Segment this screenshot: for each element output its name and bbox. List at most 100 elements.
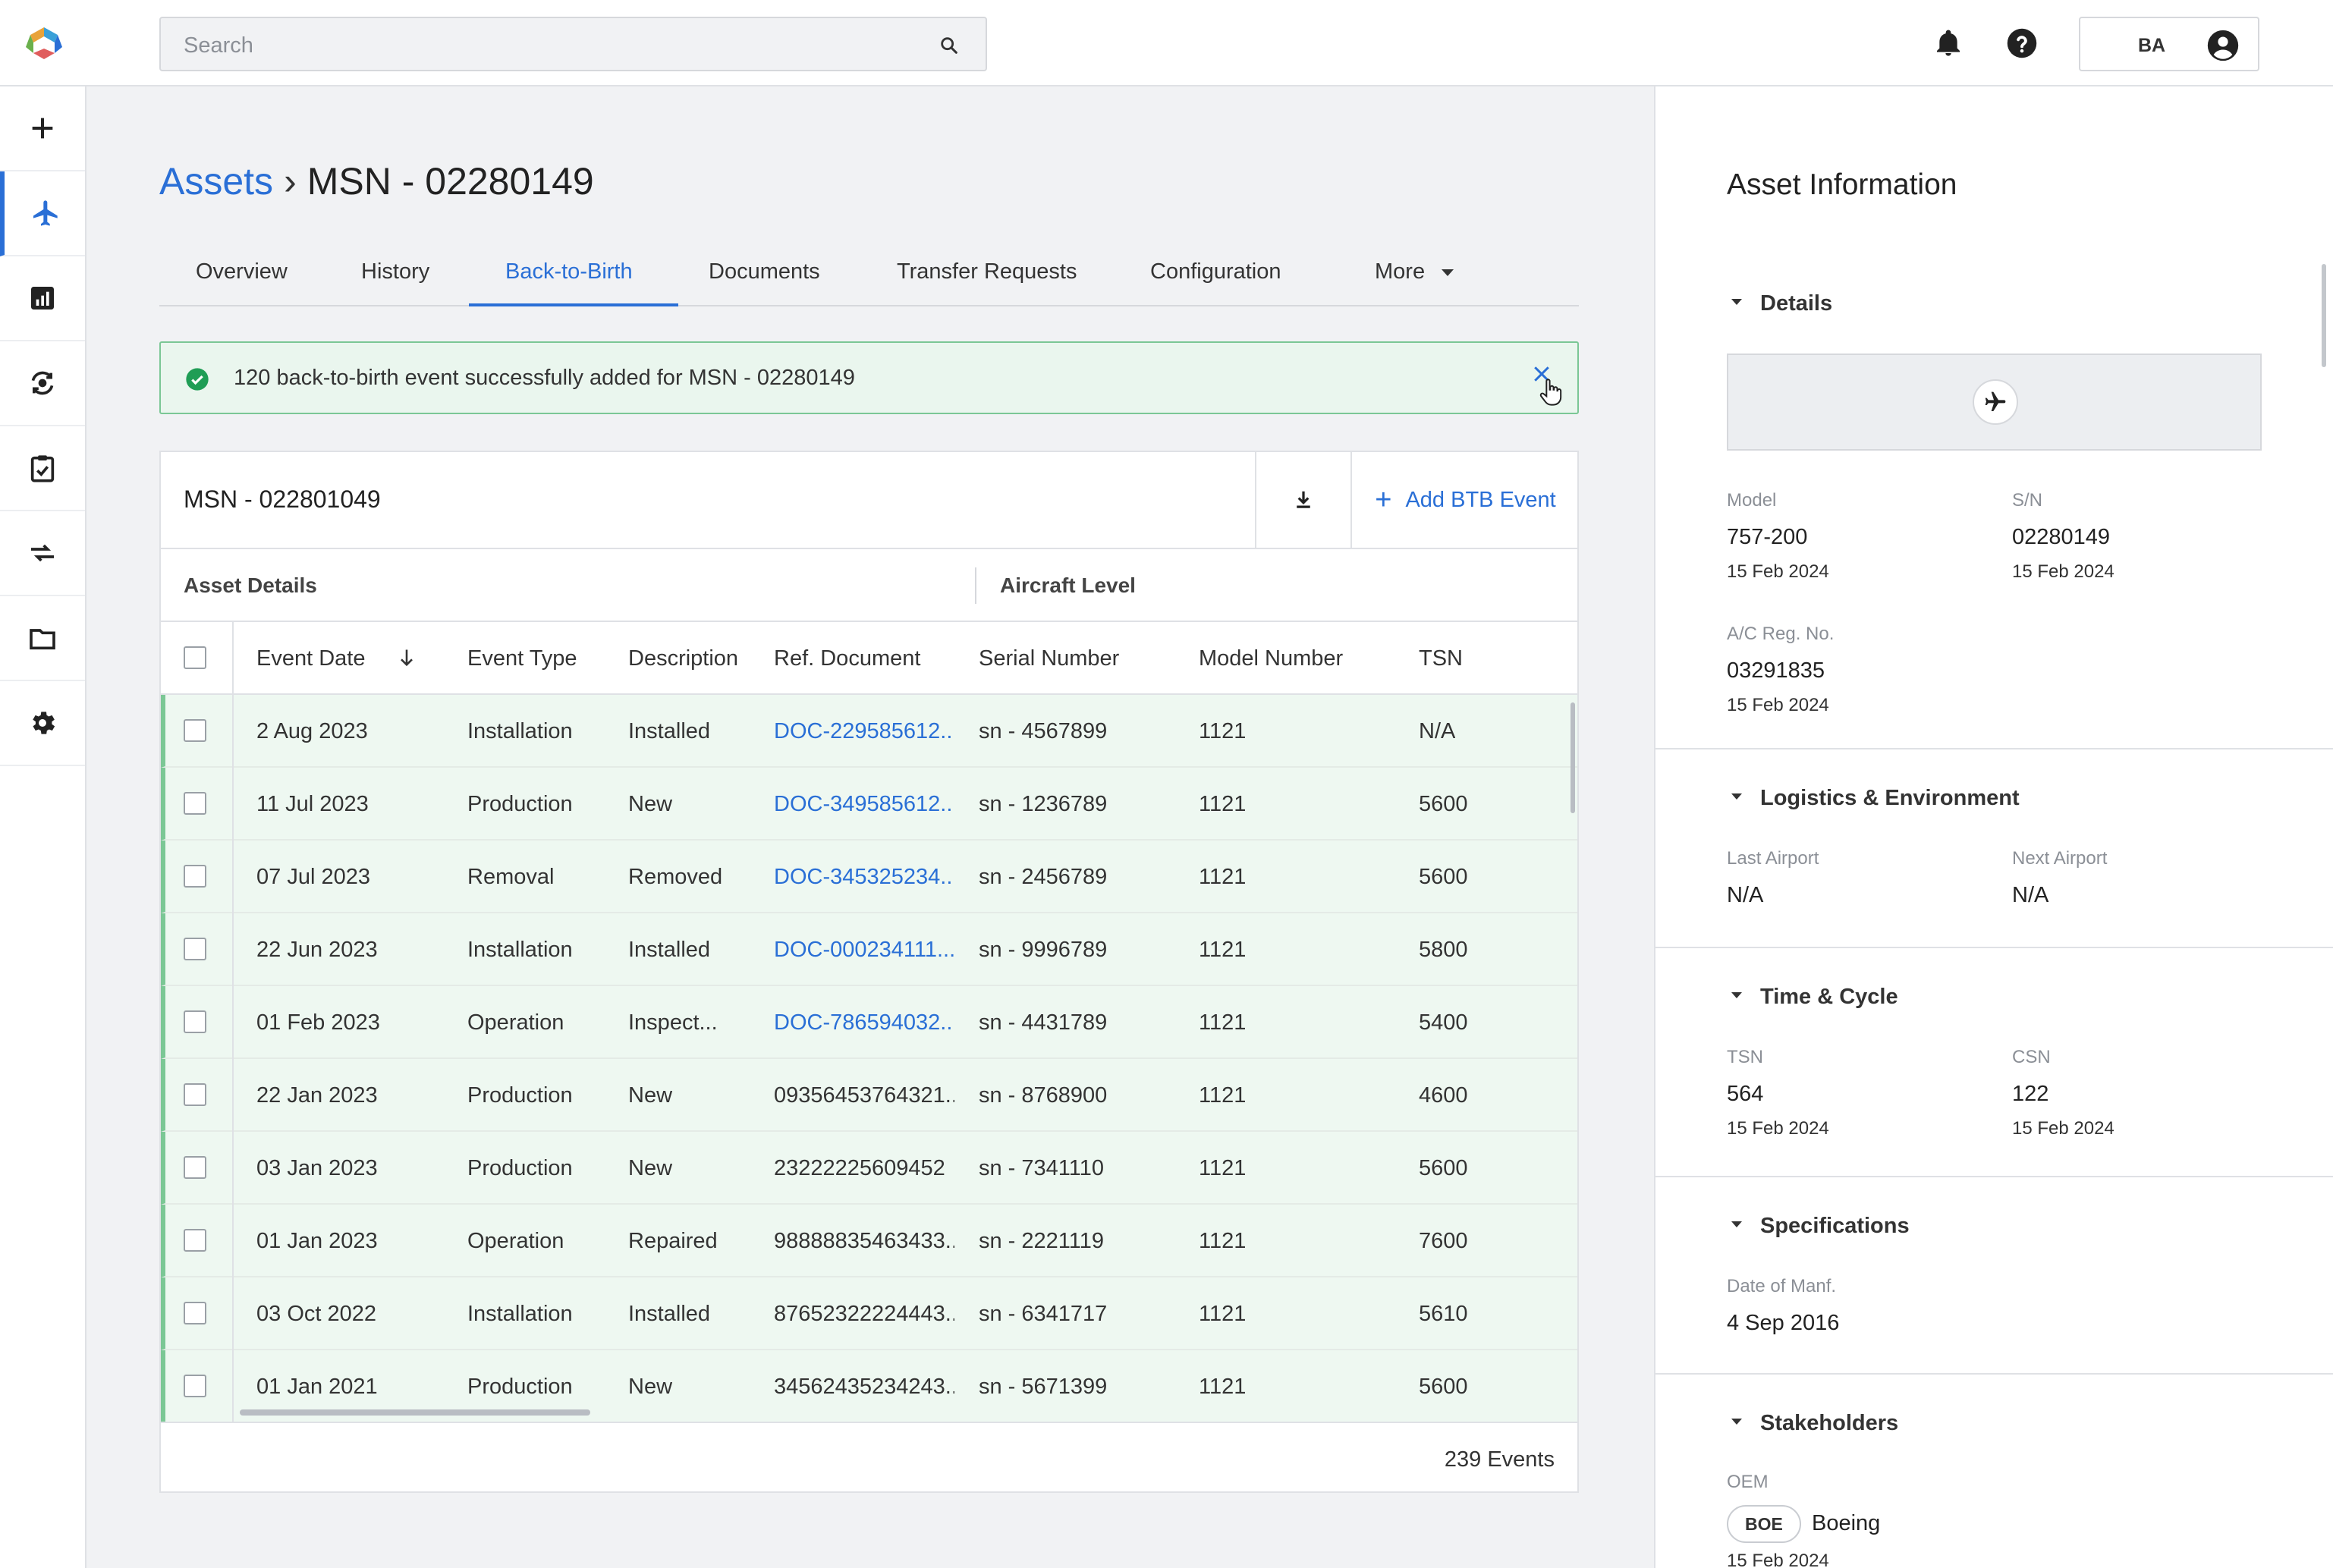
table-row[interactable]: 22 Jun 2023 Installation Installed DOC-0002… — [161, 913, 1577, 986]
add-btb-event-label: Add BTB Event — [1405, 487, 1556, 512]
cell-ref-document: 23222225609452 — [774, 1156, 945, 1180]
stakeholders-header[interactable]: Stakeholders — [1731, 1411, 1898, 1436]
user-menu[interactable]: BA — [2079, 17, 2259, 71]
col-serial-number[interactable]: Serial Number — [979, 646, 1119, 671]
ref-document-link[interactable]: DOC-000234111... — [774, 938, 954, 963]
add-btb-event-button[interactable]: + Add BTB Event — [1350, 452, 1579, 548]
sort-down-arrow-icon[interactable] — [396, 646, 417, 669]
row-checkbox[interactable] — [184, 1302, 206, 1324]
cell-model-number: 1121 — [1199, 1083, 1247, 1108]
tab-more-label: More — [1375, 259, 1426, 284]
ref-document-link[interactable]: DOC-345325234... — [774, 865, 954, 890]
cell-event-type: Operation — [467, 1229, 564, 1253]
cell-description: New — [628, 792, 673, 816]
cell-event-date: 22 Jan 2023 — [256, 1083, 378, 1108]
tab-documents[interactable]: Documents — [709, 259, 820, 306]
tab-more[interactable]: More — [1375, 259, 1454, 306]
cell-event-type: Installation — [467, 1302, 573, 1326]
row-checkbox[interactable] — [184, 719, 206, 742]
search-placeholder: Search — [184, 33, 253, 58]
nav-tracking[interactable] — [0, 341, 85, 426]
cell-serial-number: sn - 2456789 — [979, 865, 1108, 889]
logistics-header[interactable]: Logistics & Environment — [1731, 786, 2020, 811]
nav-transfers[interactable] — [0, 511, 85, 596]
notifications-bell-icon[interactable] — [1933, 27, 1964, 59]
details-header[interactable]: Details — [1731, 291, 1832, 316]
cell-tsn: 5400 — [1419, 1010, 1468, 1035]
breadcrumb-assets-link[interactable]: Assets — [159, 160, 273, 203]
col-event-date[interactable]: Event Date — [256, 646, 365, 671]
cell-model-number: 1121 — [1199, 938, 1247, 962]
nav-add[interactable] — [0, 86, 85, 171]
group-divider — [975, 567, 976, 604]
tab-overview[interactable]: Overview — [196, 259, 288, 306]
row-checkbox[interactable] — [184, 1083, 206, 1106]
table-footer: 239 Events — [161, 1422, 1577, 1493]
table-row[interactable]: 11 Jul 2023 Production New DOC-349585612...… — [161, 768, 1577, 841]
row-checkbox[interactable] — [184, 1229, 206, 1252]
download-icon — [1297, 491, 1310, 508]
col-model-number[interactable]: Model Number — [1199, 646, 1343, 671]
row-checkbox[interactable] — [184, 938, 206, 960]
search-icon[interactable] — [939, 35, 960, 56]
oem-name: Boeing — [1812, 1511, 1881, 1535]
table-vertical-scrollbar[interactable] — [1571, 702, 1575, 813]
cell-ref-document: 09356453764321.. — [774, 1083, 954, 1108]
nav-tasks[interactable] — [0, 426, 85, 511]
search-bar[interactable]: Search — [159, 17, 987, 71]
cell-event-date: 07 Jul 2023 — [256, 865, 370, 889]
nav-assets[interactable] — [0, 171, 85, 256]
table-row[interactable]: 01 Feb 2023 Operation Inspect... DOC-786594… — [161, 986, 1577, 1059]
app-logo-icon[interactable] — [23, 26, 65, 61]
account-avatar-icon — [2207, 30, 2239, 61]
nav-settings[interactable] — [0, 681, 85, 766]
card-header: MSN - 022801049 + Add BTB Event — [161, 452, 1577, 549]
tab-history[interactable]: History — [361, 259, 429, 306]
model-date: 15 Feb 2024 — [1727, 561, 1829, 582]
airplane-icon — [33, 200, 58, 226]
ref-document-link[interactable]: DOC-786594032... — [774, 1010, 954, 1035]
table-row[interactable]: 03 Oct 2022 Installation Installed 87652322… — [161, 1277, 1577, 1350]
ref-document-link[interactable]: DOC-349585612... — [774, 792, 954, 817]
row-checkbox[interactable] — [184, 1375, 206, 1397]
group-asset-details: Asset Details — [184, 573, 317, 597]
cell-ref-document: 87652322224443.. — [774, 1302, 954, 1326]
success-alert: 120 back-to-birth event successfully add… — [159, 341, 1579, 414]
collapse-caret-icon — [1731, 1419, 1742, 1425]
oem-label: OEM — [1727, 1472, 1769, 1492]
tab-configuration[interactable]: Configuration — [1150, 259, 1281, 306]
table-row[interactable]: 2 Aug 2023 Installation Installed DOC-22958… — [161, 695, 1577, 768]
help-icon[interactable] — [2006, 27, 2038, 59]
cell-ref-document: 34562435234243.. — [774, 1375, 954, 1399]
row-checkbox[interactable] — [184, 1010, 206, 1033]
tab-transfer-requests[interactable]: Transfer Requests — [897, 259, 1077, 306]
caret-down-icon — [1442, 269, 1454, 276]
collapse-caret-icon — [1731, 299, 1742, 306]
row-checkbox[interactable] — [184, 865, 206, 888]
table-row[interactable]: 01 Jan 2023 Operation Repaired 988888354634… — [161, 1205, 1577, 1277]
cell-model-number: 1121 — [1199, 1010, 1247, 1035]
nav-reports[interactable] — [0, 256, 85, 341]
ref-document-link[interactable]: DOC-229585612... — [774, 719, 954, 744]
nav-folders[interactable] — [0, 596, 85, 681]
tab-back-to-birth[interactable]: Back-to-Birth — [469, 259, 678, 306]
specifications-header[interactable]: Specifications — [1731, 1214, 1910, 1239]
time-cycle-header[interactable]: Time & Cycle — [1731, 985, 1898, 1010]
col-tsn[interactable]: TSN — [1419, 646, 1463, 671]
select-all-checkbox[interactable] — [184, 646, 206, 669]
tsn-value: 564 — [1727, 1082, 1764, 1106]
download-button[interactable] — [1255, 452, 1350, 548]
cell-model-number: 1121 — [1199, 792, 1247, 816]
page-title: MSN - 02280149 — [307, 160, 594, 203]
table-row[interactable]: 22 Jan 2023 Production New 09356453764321..… — [161, 1059, 1577, 1132]
col-ref-document[interactable]: Ref. Document — [774, 646, 920, 671]
row-checkbox[interactable] — [184, 1156, 206, 1179]
table-row[interactable]: 03 Jan 2023 Production New 23222225609452 sn… — [161, 1132, 1577, 1205]
col-event-type[interactable]: Event Type — [467, 646, 577, 671]
table-horizontal-scrollbar[interactable] — [240, 1409, 590, 1416]
table-row[interactable]: 07 Jul 2023 Removal Removed DOC-345325234..… — [161, 841, 1577, 913]
row-checkbox[interactable] — [184, 792, 206, 815]
model-value: 757-200 — [1727, 525, 1808, 549]
checkbox-column-divider — [232, 622, 234, 1422]
col-description[interactable]: Description — [628, 646, 738, 671]
